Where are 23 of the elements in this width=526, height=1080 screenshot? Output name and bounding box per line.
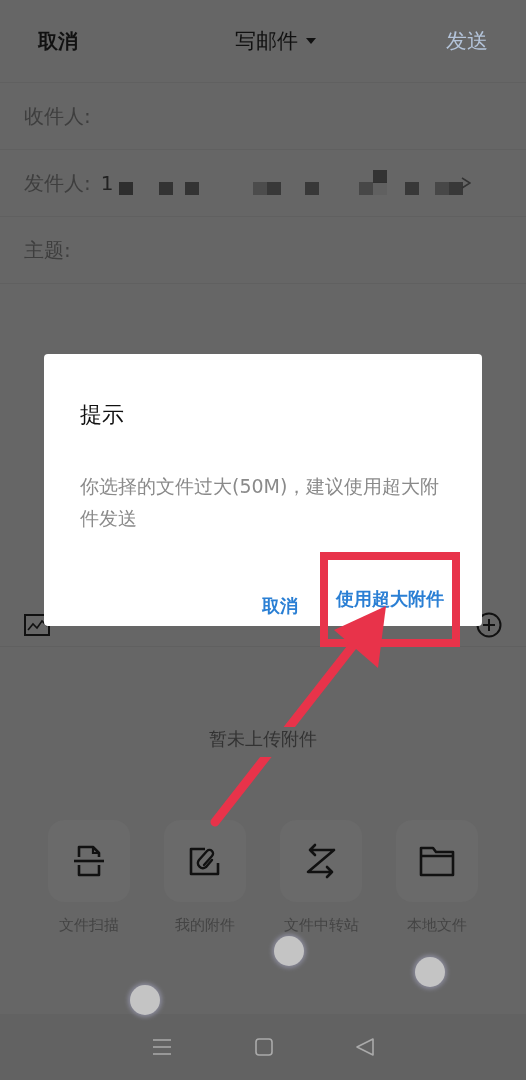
back-icon[interactable] — [356, 1038, 375, 1056]
attachment-source-button[interactable] — [396, 820, 478, 902]
dialog-title: 提示 — [80, 401, 125, 429]
touch-indicator — [274, 936, 304, 966]
dialog-button[interactable]: 取消 — [262, 593, 298, 618]
home-icon[interactable] — [255, 1038, 273, 1056]
attachment-source-button[interactable] — [280, 820, 362, 902]
attachment-source-button[interactable] — [48, 820, 130, 902]
cancel-button[interactable]: 取消 — [38, 27, 78, 55]
chart-icon[interactable] — [24, 614, 50, 636]
menu-icon[interactable] — [151, 1037, 172, 1057]
dialog-button[interactable]: 使用超大附件 — [336, 587, 444, 611]
touch-indicator — [415, 957, 445, 987]
document-scan-icon — [71, 843, 107, 879]
sender-value: 1 — [100, 171, 114, 195]
compose-title[interactable]: 写邮件 — [234, 27, 316, 55]
caret-icon — [305, 38, 316, 44]
touch-indicator — [130, 985, 160, 1015]
plus-icon[interactable] — [476, 612, 502, 638]
dialog-message: 你选择的文件过大(50M)，建议使用超大附件发送 — [80, 474, 441, 531]
attachment-source-button[interactable] — [164, 820, 246, 902]
chevron-icon[interactable] — [461, 176, 472, 190]
send-button[interactable]: 发送 — [446, 27, 488, 55]
